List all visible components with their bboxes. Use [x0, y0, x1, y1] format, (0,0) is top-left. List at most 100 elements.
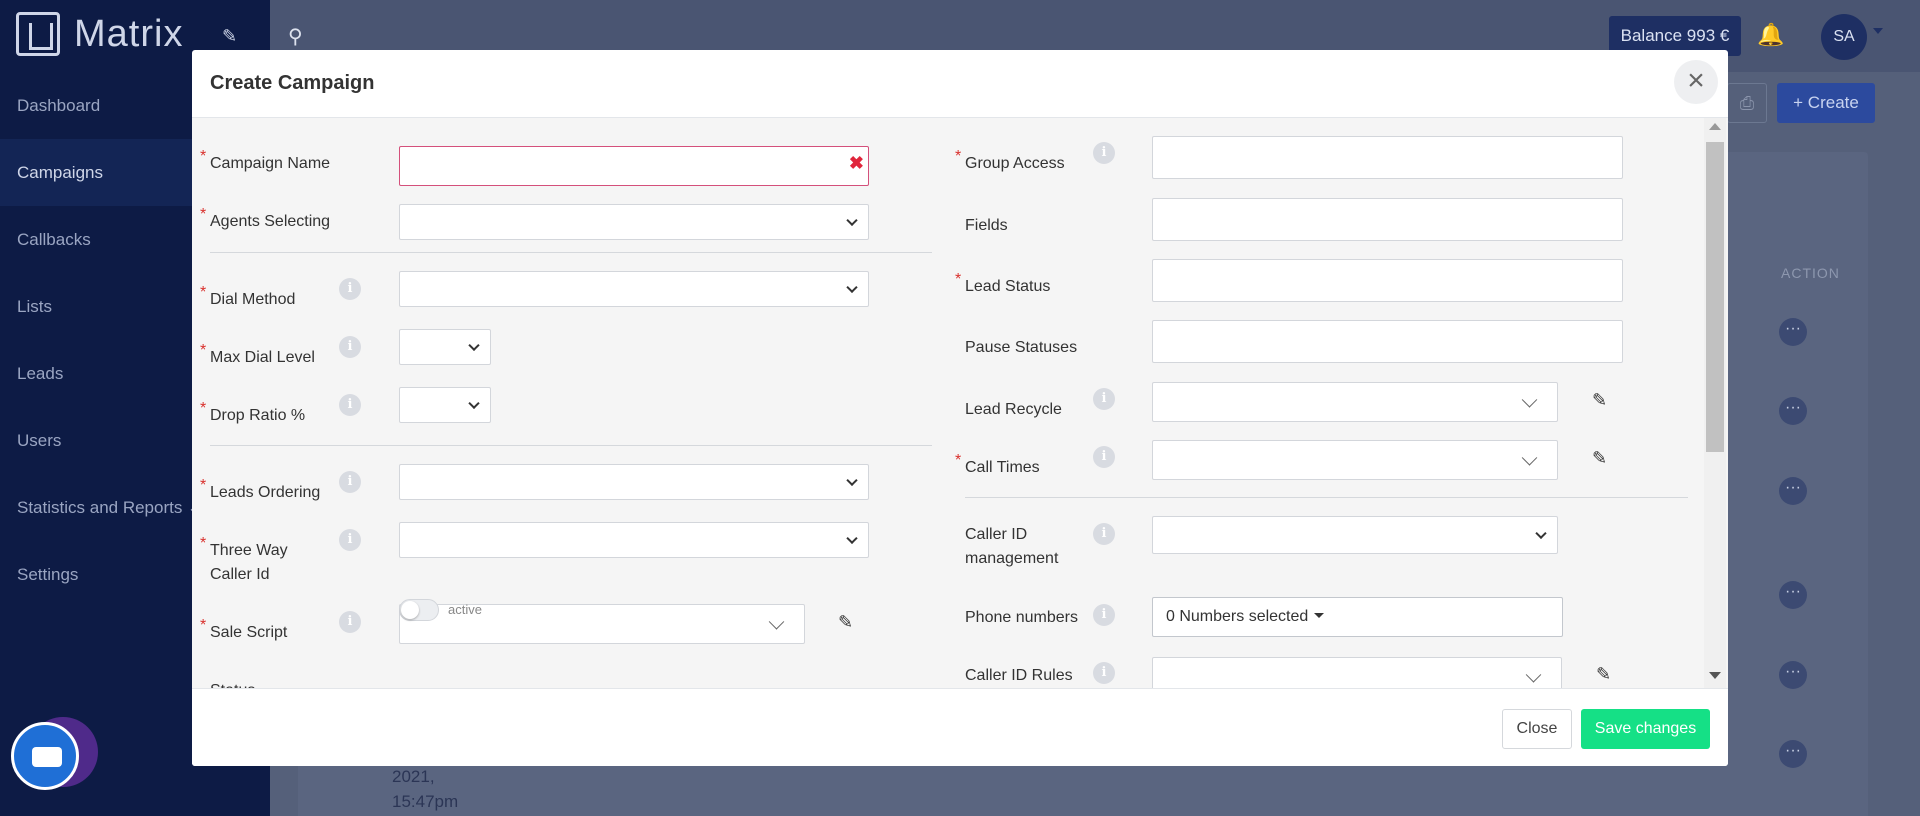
avatar[interactable]: SA: [1821, 14, 1867, 60]
info-icon[interactable]: i: [1093, 523, 1115, 545]
phone-numbers-value: 0 Numbers selected: [1166, 608, 1309, 625]
three-way-caller-id-select[interactable]: [399, 522, 869, 558]
caller-id-rules-label: Caller ID Rules: [965, 667, 1073, 684]
scroll-up-icon[interactable]: [1709, 123, 1721, 130]
dial-method-select[interactable]: [399, 271, 869, 307]
chevron-down-icon: [1521, 450, 1538, 466]
row-date-line2: 15:47pm: [392, 792, 459, 811]
row-actions-button[interactable]: ···: [1779, 477, 1807, 505]
row-actions-button[interactable]: ···: [1779, 661, 1807, 689]
info-icon[interactable]: i: [339, 471, 361, 493]
campaign-name-label: Campaign Name: [210, 155, 331, 172]
chevron-down-icon: [846, 281, 858, 294]
modal-title: Create Campaign: [210, 72, 375, 94]
chevron-down-icon: [846, 532, 858, 545]
drop-ratio-select[interactable]: [399, 387, 491, 423]
modal-header: Create Campaign ×: [192, 50, 1728, 118]
lead-status-input[interactable]: [1152, 259, 1623, 302]
info-icon[interactable]: i: [339, 529, 361, 551]
status-toggle[interactable]: [399, 599, 439, 621]
chevron-down-icon: [1535, 527, 1547, 540]
info-icon[interactable]: i: [1093, 604, 1115, 626]
row-date: 2021, 15:47pm: [392, 764, 458, 814]
phone-numbers-label: Phone numbers: [965, 609, 1078, 626]
chevron-down-icon: [846, 474, 858, 487]
campaign-name-input[interactable]: ✖: [399, 146, 869, 186]
scroll-thumb[interactable]: [1706, 142, 1724, 452]
modal-scrollbar[interactable]: [1704, 118, 1726, 688]
create-button[interactable]: + Create: [1777, 83, 1875, 123]
chat-icon[interactable]: [11, 722, 79, 790]
info-icon[interactable]: i: [339, 394, 361, 416]
lead-status-label: Lead Status: [965, 278, 1051, 295]
group-access-label: Group Access: [965, 155, 1065, 172]
caller-id-rules-select[interactable]: [1152, 657, 1562, 688]
sale-script-label: Sale Script: [210, 624, 288, 641]
divider: [210, 252, 932, 253]
pause-statuses-input[interactable]: [1152, 320, 1623, 363]
caller-id-management-select[interactable]: [1152, 516, 1558, 554]
action-column-header: ACTION: [1781, 265, 1840, 281]
row-actions-button[interactable]: ···: [1779, 397, 1807, 425]
edit-icon[interactable]: ✎: [1592, 448, 1612, 468]
close-icon[interactable]: ×: [1674, 60, 1718, 104]
chevron-down-icon: [468, 397, 480, 410]
info-icon[interactable]: i: [1093, 446, 1115, 468]
edit-icon[interactable]: ✎: [1596, 664, 1616, 684]
leads-ordering-label: Leads Ordering: [210, 484, 321, 501]
error-icon: ✖: [848, 153, 864, 173]
max-dial-level-select[interactable]: [399, 329, 491, 365]
row-actions-button[interactable]: ···: [1779, 581, 1807, 609]
divider: [965, 497, 1688, 498]
group-access-input[interactable]: [1152, 136, 1623, 179]
info-icon[interactable]: i: [1093, 388, 1115, 410]
row-date-line1: 2021,: [392, 767, 435, 786]
max-dial-level-label: Max Dial Level: [210, 349, 315, 366]
caret-down-icon: [1314, 613, 1325, 618]
row-actions-button[interactable]: ···: [1779, 318, 1807, 346]
status-label: Status: [210, 679, 255, 688]
fields-input[interactable]: [1152, 198, 1623, 241]
pause-statuses-label: Pause Statuses: [965, 339, 1078, 356]
phone-numbers-dropdown[interactable]: 0 Numbers selected: [1152, 597, 1563, 637]
bell-icon[interactable]: 🔔: [1757, 22, 1784, 48]
info-icon[interactable]: i: [339, 611, 361, 633]
chevron-down-icon[interactable]: [1873, 28, 1883, 34]
edit-icon[interactable]: ✎: [838, 612, 858, 632]
agents-selecting-label: Agents Selecting: [210, 213, 331, 230]
close-button[interactable]: Close: [1502, 709, 1572, 749]
app-name: Matrix: [74, 12, 184, 55]
divider: [210, 445, 932, 446]
print-button[interactable]: ⎙: [1727, 83, 1767, 123]
info-icon[interactable]: i: [339, 336, 361, 358]
agents-selecting-select[interactable]: [399, 204, 869, 240]
caller-id-management-label: Caller ID management: [965, 526, 1059, 567]
call-times-select[interactable]: [1152, 440, 1558, 480]
status-toggle-label: active: [448, 602, 482, 617]
info-icon[interactable]: i: [1093, 662, 1115, 684]
info-icon[interactable]: i: [339, 278, 361, 300]
drop-ratio-label: Drop Ratio %: [210, 407, 306, 424]
create-campaign-modal: Create Campaign × * Campaign Name ✖ * Ag…: [192, 50, 1728, 766]
save-changes-button[interactable]: Save changes: [1581, 709, 1710, 749]
pin-icon[interactable]: ✎: [222, 26, 237, 47]
search-icon[interactable]: ⚲: [288, 24, 303, 49]
call-times-label: Call Times: [965, 459, 1040, 476]
chevron-down-icon: [768, 614, 785, 630]
edit-icon[interactable]: ✎: [1592, 390, 1612, 410]
chevron-down-icon: [1521, 392, 1538, 408]
chevron-down-icon: [1525, 667, 1542, 683]
scroll-down-icon[interactable]: [1709, 672, 1721, 679]
logo-mark-icon: [16, 12, 60, 56]
three-way-caller-id-label: Three Way Caller Id: [210, 542, 288, 583]
dial-method-label: Dial Method: [210, 291, 296, 308]
info-icon[interactable]: i: [1093, 142, 1115, 164]
chevron-down-icon: [468, 339, 480, 352]
fields-label: Fields: [965, 217, 1008, 234]
app-logo: Matrix: [16, 12, 183, 56]
lead-recycle-label: Lead Recycle: [965, 401, 1062, 418]
row-actions-button[interactable]: ···: [1779, 740, 1807, 768]
lead-recycle-select[interactable]: [1152, 382, 1558, 422]
leads-ordering-select[interactable]: [399, 464, 869, 500]
chevron-down-icon: [846, 214, 858, 227]
